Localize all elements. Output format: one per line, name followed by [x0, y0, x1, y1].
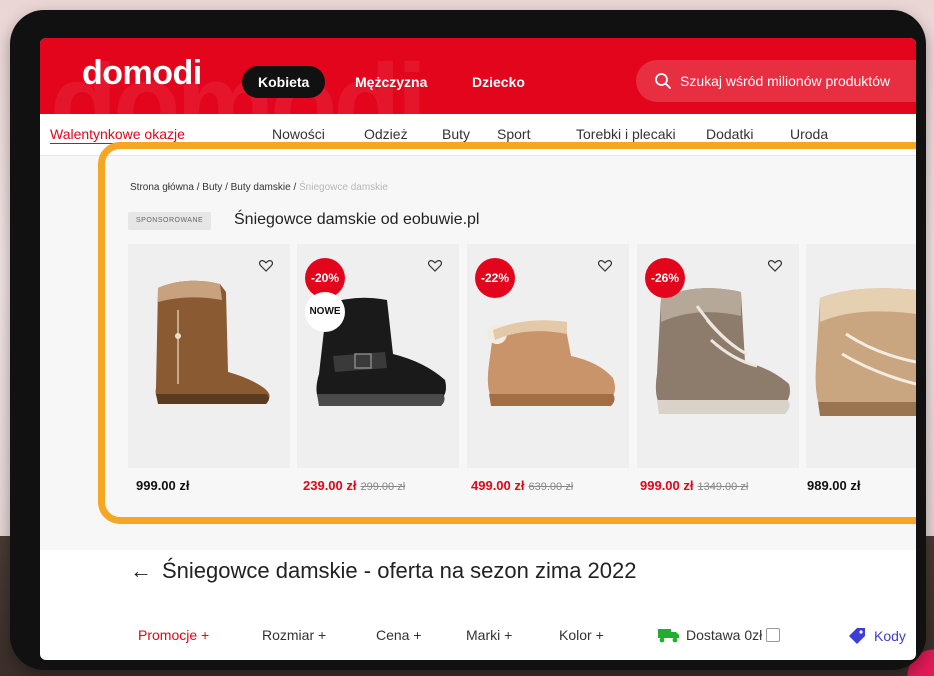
tag-icon — [849, 628, 865, 644]
tab-dziecko[interactable]: Dziecko — [472, 66, 525, 98]
tab-kobieta[interactable]: Kobieta — [242, 66, 326, 98]
site-logo[interactable]: domodi — [82, 54, 202, 93]
site-header: domodi domodi Kobieta Mężczyzna Dziecko … — [40, 38, 916, 114]
nav-nowosci[interactable]: Nowości — [272, 126, 325, 142]
search-icon — [655, 73, 671, 89]
nav-walentynkowe-okazje[interactable]: Walentynkowe okazje — [50, 126, 185, 142]
browser-screen: domodi domodi Kobieta Mężczyzna Dziecko … — [40, 38, 916, 660]
nav-buty[interactable]: Buty — [442, 126, 470, 142]
search-input[interactable]: Szukaj wśród milionów produktów — [636, 60, 916, 102]
nav-uroda[interactable]: Uroda — [790, 126, 828, 142]
filter-dostawa[interactable]: Dostawa 0zł — [658, 627, 781, 643]
tablet-frame: domodi domodi Kobieta Mężczyzna Dziecko … — [10, 10, 926, 670]
delivery-truck-icon — [658, 629, 679, 643]
nav-odziez[interactable]: Odzież — [364, 126, 408, 142]
back-arrow-icon[interactable]: ← — [130, 558, 152, 583]
nav-dodatki[interactable]: Dodatki — [706, 126, 753, 142]
filter-marki[interactable]: Marki + — [466, 627, 512, 643]
dostawa-checkbox[interactable] — [766, 628, 781, 642]
page-title-text: Śniegowce damskie - oferta na sezon zima… — [162, 558, 637, 583]
nav-torebki-i-plecaki[interactable]: Torebki i plecaki — [576, 126, 676, 142]
filter-kolor[interactable]: Kolor + — [559, 627, 604, 643]
filter-rozmiar[interactable]: Rozmiar + — [262, 627, 326, 643]
filter-kody-label: Kody — [874, 628, 906, 644]
page-title: ← Śniegowce damskie - oferta na sezon zim… — [130, 558, 636, 584]
search-placeholder: Szukaj wśród milionów produktów — [680, 73, 891, 89]
filter-promocje[interactable]: Promocje + — [138, 627, 209, 643]
filter-cena[interactable]: Cena + — [376, 627, 422, 643]
nav-sport[interactable]: Sport — [497, 126, 530, 142]
filter-kody[interactable]: Kody — [848, 627, 906, 645]
tab-mezczyzna[interactable]: Mężczyzna — [355, 66, 427, 98]
filter-dostawa-label: Dostawa 0zł — [686, 627, 763, 643]
highlight-frame — [98, 142, 916, 524]
